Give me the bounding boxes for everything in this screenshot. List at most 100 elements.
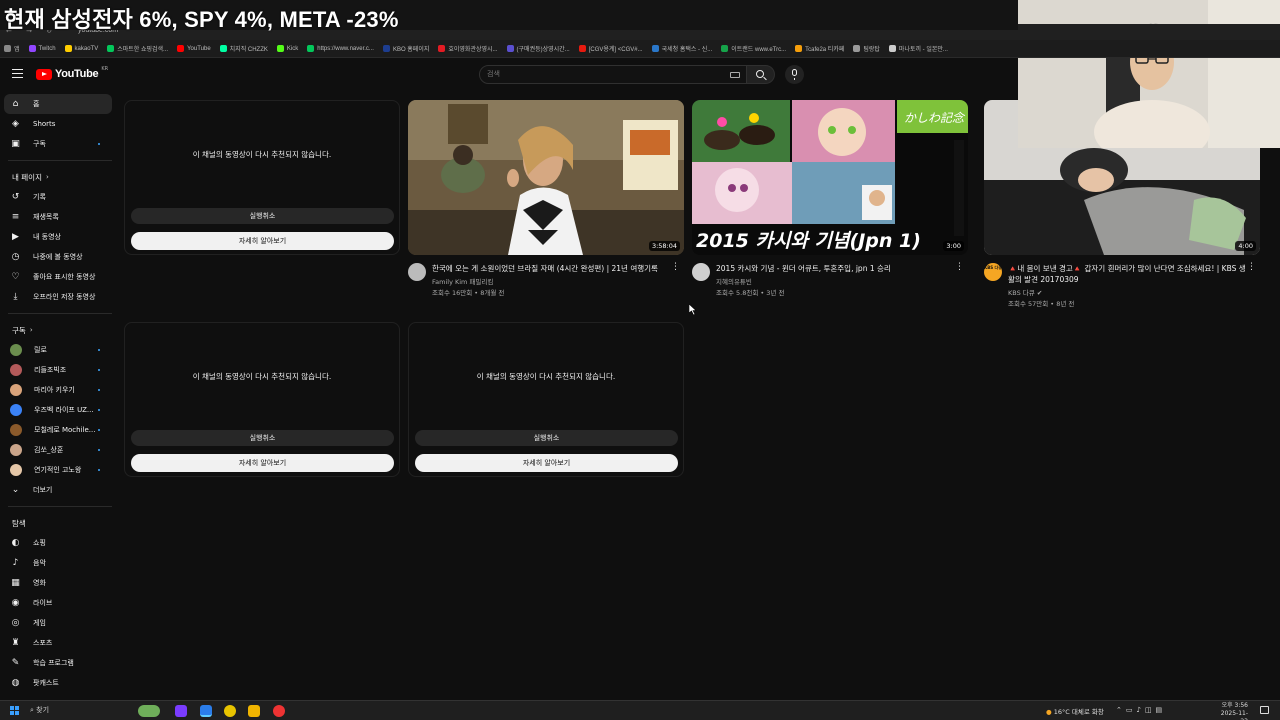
- learn-more-button[interactable]: 자세히 알아보기: [131, 454, 394, 472]
- channel-name[interactable]: KBS 다큐 ✔: [1008, 287, 1042, 297]
- sidebar-item-label: 재생목록: [33, 213, 59, 221]
- sidebar-item-label: 좋아요 표시한 동영상: [33, 273, 96, 281]
- taskbar-search[interactable]: ⌕ 찾기: [30, 705, 49, 715]
- sidebar-item-subscriptions[interactable]: ▣ 구독: [4, 134, 112, 154]
- video-card[interactable]: 3:58:04 한국에 오는 게 소원이었던 브라질 자매 (4시간 완성편) …: [408, 100, 684, 311]
- copilot-icon[interactable]: [175, 705, 187, 717]
- sidebar-subscription[interactable]: 릴로: [4, 340, 112, 360]
- sidebar-subscription[interactable]: 모칠레로 Mochile...: [4, 420, 112, 440]
- channel-name[interactable]: 지혜의유튜빈: [716, 276, 752, 286]
- youtube-play-icon: [36, 68, 52, 80]
- bookmark-item[interactable]: 치지직 CHZZK: [219, 44, 268, 53]
- streamer-webcam: [1018, 0, 1280, 148]
- sidebar-subscription[interactable]: 연기적인 고노왕: [4, 460, 112, 480]
- sidebar-item-your-videos[interactable]: ▶ 내 동영상: [4, 227, 112, 247]
- sidebar-item-history[interactable]: ↺ 기록: [4, 187, 112, 207]
- sidebar-item-playlists[interactable]: ≡ 재생목록: [4, 207, 112, 227]
- you-section-heading[interactable]: 내 페이지 ›: [4, 167, 112, 187]
- more-options-icon[interactable]: ⋮: [955, 263, 964, 272]
- channel-avatar[interactable]: [692, 263, 710, 281]
- more-options-icon[interactable]: ⋮: [671, 263, 680, 272]
- taskbar-clock[interactable]: 오후 3:56 2025-11-23: [1216, 702, 1248, 720]
- bookmark-item[interactable]: Twitch: [28, 45, 56, 52]
- liked-videos-icon: ♡: [11, 272, 20, 282]
- bookmark-item[interactable]: [CGV용계] <CGV#...: [578, 44, 643, 53]
- undo-button[interactable]: 실행취소: [131, 208, 394, 224]
- sidebar-item-watch-later[interactable]: ◷ 나중에 볼 동영상: [4, 247, 112, 267]
- sidebar-item-gaming[interactable]: ◎ 게임: [4, 613, 112, 633]
- youtube-logo[interactable]: YouTube KR: [36, 66, 108, 80]
- sidebar-item-podcasts[interactable]: ◍ 팟캐스트: [4, 673, 112, 693]
- search-button[interactable]: [747, 65, 775, 84]
- channel-name[interactable]: Family Kim 패밀리킴: [432, 276, 493, 286]
- sidebar-subscription[interactable]: 우즈벡 라이프 UZ...: [4, 400, 112, 420]
- sidebar-item-movies[interactable]: ▦ 영화: [4, 573, 112, 593]
- bookmark-item[interactable]: 이트랜드 www.eTrc...: [721, 44, 786, 53]
- more-options-icon[interactable]: ⋮: [1247, 263, 1256, 272]
- kakaotalk-icon[interactable]: [224, 705, 236, 717]
- video-title[interactable]: 🔺내 몸이 보낸 경고🔺 갑자기 흰머리가 많이 난다면 조심하세요! | KB…: [1008, 263, 1248, 285]
- video-card[interactable]: かしわ記念 2015 카시와 기념(Jpn 1) 3:00 2015 카시와 기…: [692, 100, 968, 311]
- bookmark-item[interactable]: 마나토끼 - 일본만...: [888, 44, 948, 53]
- bookmark-item[interactable]: kakaoTV: [64, 45, 98, 52]
- undo-button[interactable]: 실행취소: [415, 430, 678, 446]
- sidebar-item-music[interactable]: ♪ 음악: [4, 553, 112, 573]
- video-title[interactable]: 한국에 오는 게 소원이었던 브라질 자매 (4시간 완성편) | 21년 여행…: [432, 263, 672, 274]
- sidebar-item-label: 스포츠: [33, 639, 53, 647]
- sidebar-item-label: 영화: [33, 579, 46, 587]
- channel-avatar[interactable]: KBS 다큐: [984, 263, 1002, 281]
- sidebar-subscription[interactable]: 김쏘_상훈: [4, 440, 112, 460]
- chrome-icon[interactable]: [200, 705, 212, 717]
- learn-more-button[interactable]: 자세히 알아보기: [131, 232, 394, 250]
- video-thumbnail[interactable]: 3:58:04: [408, 100, 684, 255]
- sidebar-item-shopping[interactable]: ◐ 쇼핑: [4, 533, 112, 553]
- bookmark-item[interactable]: Tcafe2a 티카페: [795, 44, 844, 53]
- search-box: [479, 65, 747, 84]
- learn-more-button[interactable]: 자세히 알아보기: [415, 454, 678, 472]
- taskbar-widget-icon[interactable]: [138, 705, 160, 717]
- voice-search-button[interactable]: [785, 65, 804, 84]
- bookmark-item[interactable]: 국세청 홈택스 - 신...: [651, 44, 712, 53]
- sidebar-item-label: 학습 프로그램: [33, 659, 74, 667]
- bookmark-item[interactable]: 스마트한 쇼핑검색...: [107, 44, 168, 53]
- channel-avatar[interactable]: [408, 263, 426, 281]
- sidebar-item-liked-videos[interactable]: ♡ 좋아요 표시한 동영상: [4, 267, 112, 287]
- menu-icon[interactable]: [12, 69, 23, 78]
- windows-start-icon[interactable]: [10, 706, 19, 715]
- bookmark-item[interactable]: Kick: [276, 45, 298, 52]
- undo-button[interactable]: 실행취소: [131, 430, 394, 446]
- bookmark-item[interactable]: KBO 홈페이지: [382, 44, 429, 53]
- sidebar-item-shorts[interactable]: ◈ Shorts: [4, 114, 112, 134]
- keyboard-icon[interactable]: [730, 72, 740, 78]
- bookmark-item[interactable]: YouTube: [177, 45, 211, 52]
- bookmark-item[interactable]: 효이영화관상영시...: [438, 44, 498, 53]
- sidebar-item-learning[interactable]: ✎ 학습 프로그램: [4, 653, 112, 673]
- sidebar-item-downloads[interactable]: ⤓ 오프라인 저장 동영상: [4, 287, 112, 307]
- video-thumbnail[interactable]: かしわ記念 2015 카시와 기념(Jpn 1) 3:00: [692, 100, 968, 255]
- logo-text: YouTube: [55, 68, 99, 80]
- channel-avatar: [10, 364, 22, 376]
- video-title[interactable]: 2015 카시와 기념 - 윈더 어큐트, 투혼주입, jpn 1 승리: [716, 263, 956, 274]
- weather-sun-icon: ●: [1046, 708, 1052, 716]
- bookmark-item[interactable]: 팀랑탑: [853, 44, 880, 53]
- bookmark-item[interactable]: https://www.naver.c...: [307, 45, 374, 52]
- weather-widget[interactable]: ● 16°C 대체로 화창: [1046, 706, 1104, 716]
- sidebar-subscription[interactable]: 마리아 키우기: [4, 380, 112, 400]
- search-input[interactable]: [487, 70, 717, 78]
- channel-avatar: [10, 344, 22, 356]
- file-explorer-icon[interactable]: [248, 705, 260, 717]
- show-more-button[interactable]: ⌄ 더보기: [4, 480, 112, 500]
- bookmark-label: Tcafe2a 티카페: [805, 47, 845, 53]
- shopping-icon: ◐: [11, 538, 20, 548]
- sidebar-item-home[interactable]: ⌂ 홈: [4, 94, 112, 114]
- subscriptions-heading[interactable]: 구독 ›: [4, 320, 112, 340]
- bookmark-item[interactable]: (구매권등)상영시간...: [506, 44, 570, 53]
- bookmark-item[interactable]: 앱: [4, 44, 20, 53]
- system-tray-icons[interactable]: ⌃▭♪◫▤: [1116, 706, 1166, 714]
- sidebar-item-sports[interactable]: ♜ 스포츠: [4, 633, 112, 653]
- subscription-label: 릴로: [34, 346, 47, 354]
- sidebar-item-live[interactable]: ◉ 라이브: [4, 593, 112, 613]
- sidebar-subscription[interactable]: 리들조빅조: [4, 360, 112, 380]
- notification-icon[interactable]: [1260, 706, 1269, 714]
- obs-icon[interactable]: [273, 705, 285, 717]
